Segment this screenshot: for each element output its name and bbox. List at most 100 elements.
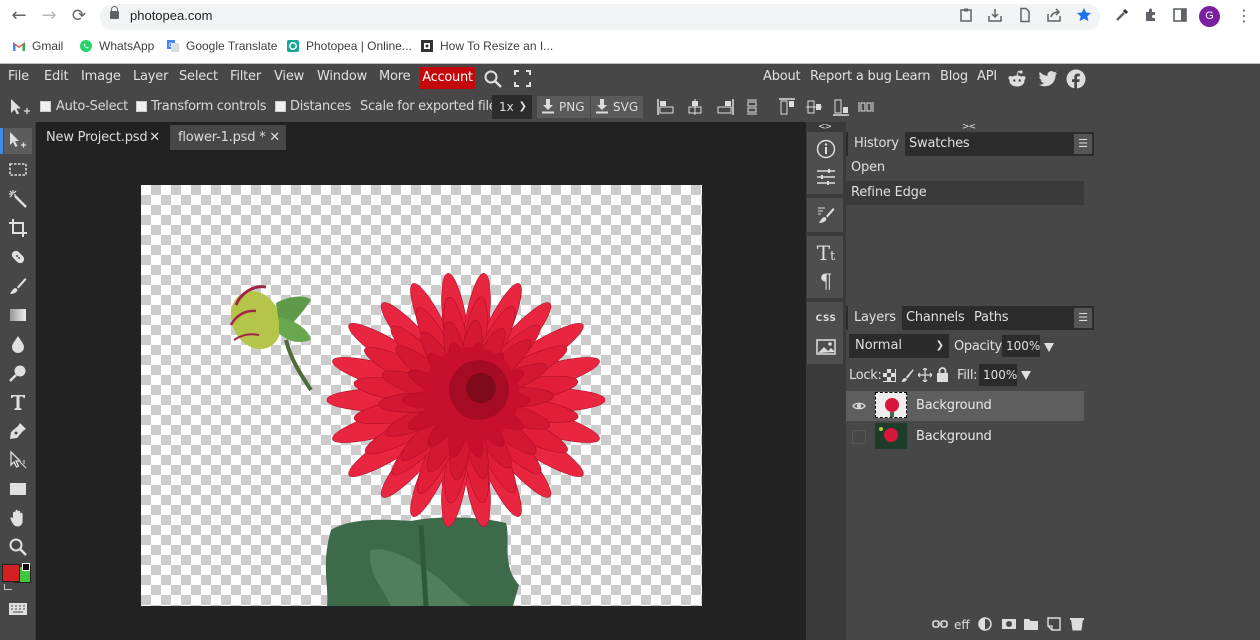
layer-mask-icon[interactable] xyxy=(1001,617,1017,631)
browser-menu-button[interactable]: ⋮ xyxy=(1236,6,1252,26)
close-icon[interactable]: ✕ xyxy=(149,125,160,150)
bookmark-gmail[interactable]: Gmail xyxy=(12,37,63,55)
link-layers-icon[interactable] xyxy=(932,617,948,631)
align-bottom-icon[interactable] xyxy=(832,98,850,116)
tab-layers[interactable]: Layers xyxy=(848,306,902,330)
facebook-icon[interactable] xyxy=(1066,69,1086,89)
menu-view[interactable]: View xyxy=(274,69,304,84)
healing-tool[interactable] xyxy=(4,244,32,270)
history-item-open[interactable]: Open xyxy=(846,156,1084,180)
info-icon[interactable] xyxy=(813,136,839,162)
sidepanel-icon[interactable] xyxy=(1172,7,1188,23)
clipboard-icon[interactable] xyxy=(958,7,974,23)
eye-icon[interactable] xyxy=(852,399,866,413)
tab-new-project[interactable]: New Project.psd ✕ xyxy=(38,125,166,150)
link-report-bug[interactable]: Report a bug xyxy=(810,69,892,84)
document-icon[interactable] xyxy=(1017,7,1033,23)
transform-controls-checkbox[interactable] xyxy=(136,101,147,112)
export-png-button[interactable]: PNG xyxy=(537,96,590,118)
puzzle-icon[interactable] xyxy=(1143,7,1159,23)
opacity-dropdown-icon[interactable] xyxy=(1044,343,1054,352)
trash-icon[interactable] xyxy=(1069,617,1085,631)
path-select-tool[interactable] xyxy=(4,447,32,473)
forward-button[interactable]: → xyxy=(38,5,60,27)
layer-row[interactable]: Background xyxy=(846,422,1084,452)
bookmark-google-translate[interactable]: G Google Translate xyxy=(166,37,277,55)
align-center-h-icon[interactable] xyxy=(686,98,704,116)
history-item-refine-edge[interactable]: Refine Edge xyxy=(846,181,1084,205)
tab-swatches[interactable]: Swatches xyxy=(903,132,976,156)
adjustment-layer-icon[interactable] xyxy=(978,617,994,631)
lock-pixels-icon[interactable] xyxy=(901,368,914,382)
magic-wand-tool[interactable] xyxy=(4,186,32,212)
close-icon[interactable]: ✕ xyxy=(269,125,280,150)
menu-file[interactable]: File xyxy=(8,69,29,84)
panel-menu-icon[interactable]: ☰ xyxy=(1074,308,1092,328)
expand-collapse-right[interactable]: >< xyxy=(962,122,976,132)
bookmark-how-to-resize[interactable]: How To Resize an I... xyxy=(420,37,553,55)
shape-tool[interactable] xyxy=(4,476,32,502)
distribute-v-icon[interactable] xyxy=(857,98,875,116)
tab-flower-1[interactable]: flower-1.psd * ✕ xyxy=(170,125,286,150)
character-icon[interactable]: Tt xyxy=(813,240,839,266)
brush-tool[interactable] xyxy=(4,273,32,299)
menu-edit[interactable]: Edit xyxy=(44,69,69,84)
download-icon[interactable] xyxy=(987,7,1003,23)
new-layer-icon[interactable] xyxy=(1046,617,1062,631)
blend-mode-select[interactable]: Normal ❯ xyxy=(849,334,949,358)
tab-channels[interactable]: Channels xyxy=(900,306,971,330)
scale-select[interactable]: 1x ❯ xyxy=(492,95,532,119)
reddit-icon[interactable] xyxy=(1007,69,1027,89)
keyboard-icon[interactable] xyxy=(8,602,28,616)
brush-settings-icon[interactable] xyxy=(813,202,839,228)
align-top-icon[interactable] xyxy=(778,98,796,116)
menu-select[interactable]: Select xyxy=(179,69,218,84)
gradient-tool[interactable] xyxy=(4,302,32,328)
bookmark-whatsapp[interactable]: WhatsApp xyxy=(79,37,154,55)
menu-filter[interactable]: Filter xyxy=(230,69,261,84)
crop-tool[interactable] xyxy=(4,215,32,241)
account-button[interactable]: Account xyxy=(420,67,475,89)
default-colors-icon[interactable] xyxy=(22,563,30,571)
move-tool[interactable] xyxy=(0,128,32,154)
panel-menu-icon[interactable]: ☰ xyxy=(1074,134,1092,154)
fullscreen-icon[interactable] xyxy=(514,70,531,87)
twitter-icon[interactable] xyxy=(1038,70,1058,88)
align-left-icon[interactable] xyxy=(657,98,675,116)
folder-icon[interactable] xyxy=(1023,617,1039,631)
back-button[interactable]: ← xyxy=(8,5,30,27)
align-middle-v-icon[interactable] xyxy=(805,98,823,116)
distances-checkbox[interactable] xyxy=(275,101,286,112)
layer-effects-icon[interactable]: eff xyxy=(954,617,970,631)
zoom-tool[interactable] xyxy=(4,534,32,560)
opacity-input[interactable]: 100% xyxy=(1002,335,1040,357)
dodge-tool[interactable] xyxy=(4,360,32,386)
bookmark-photopea[interactable]: Photopea | Online... xyxy=(286,37,412,55)
adjustments-icon[interactable] xyxy=(813,164,839,190)
link-learn[interactable]: Learn xyxy=(895,69,931,84)
profile-avatar[interactable]: G xyxy=(1199,6,1220,27)
menu-layer[interactable]: Layer xyxy=(133,69,168,84)
menu-window[interactable]: Window xyxy=(317,69,367,84)
bookmark-star-icon[interactable] xyxy=(1076,7,1092,23)
menu-image[interactable]: Image xyxy=(81,69,121,84)
eyedropper-icon[interactable] xyxy=(1114,7,1130,23)
blur-tool[interactable] xyxy=(4,331,32,357)
tab-history[interactable]: History xyxy=(848,132,905,156)
fill-input[interactable]: 100% xyxy=(979,364,1017,386)
fill-dropdown-icon[interactable] xyxy=(1021,371,1031,380)
link-about[interactable]: About xyxy=(763,69,801,84)
image-icon[interactable] xyxy=(813,334,839,360)
address-bar[interactable]: photopea.com xyxy=(100,4,1100,30)
expand-collapse-left[interactable]: <> xyxy=(818,122,832,132)
foreground-color-swatch[interactable] xyxy=(2,564,20,582)
reload-button[interactable]: ⟳ xyxy=(68,5,90,27)
share-icon[interactable] xyxy=(1046,7,1062,23)
lock-position-icon[interactable] xyxy=(918,368,932,382)
distribute-h-icon[interactable] xyxy=(743,98,761,116)
visibility-toggle[interactable] xyxy=(852,430,866,444)
paragraph-icon[interactable]: ¶ xyxy=(813,268,839,294)
swap-colors-icon[interactable] xyxy=(4,584,12,590)
pen-tool[interactable] xyxy=(4,418,32,444)
type-tool[interactable] xyxy=(4,389,32,415)
